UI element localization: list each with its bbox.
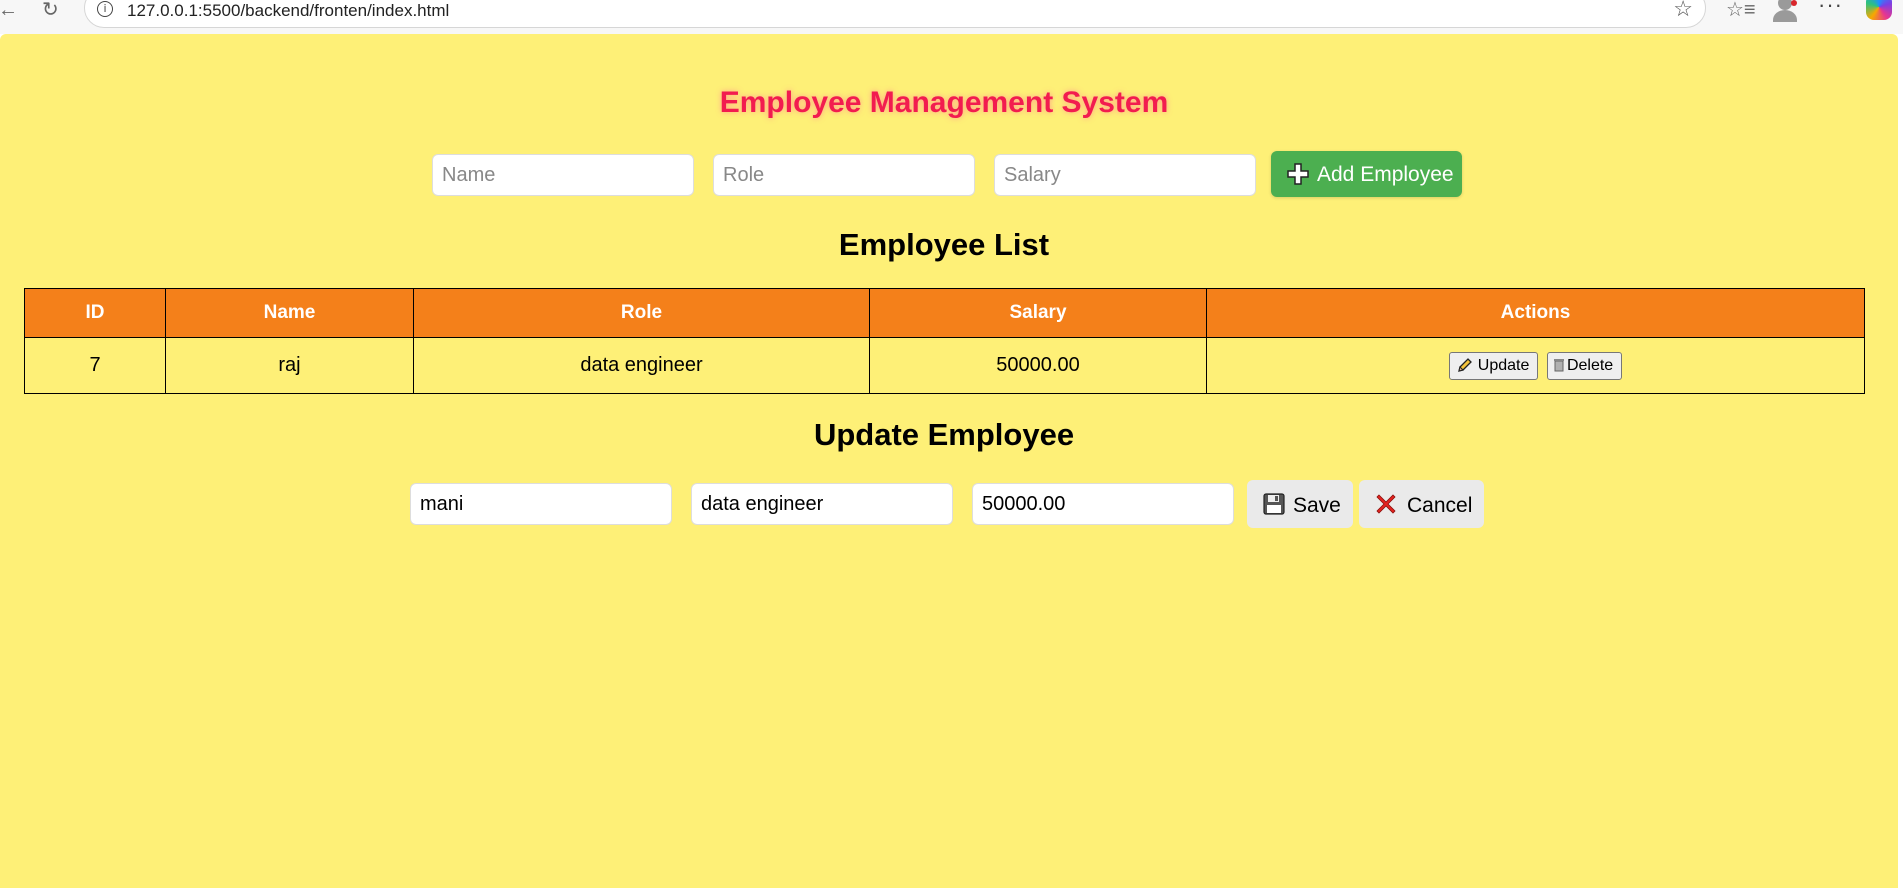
- url-text[interactable]: 127.0.0.1:5500/backend/fronten/index.htm…: [127, 2, 449, 19]
- cancel-button[interactable]: Cancel: [1359, 480, 1484, 528]
- column-header-salary: Salary: [869, 288, 1207, 338]
- update-salary-input[interactable]: [972, 483, 1234, 525]
- cell-name: raj: [165, 337, 414, 394]
- trash-icon: [1553, 359, 1564, 372]
- salary-input[interactable]: [994, 154, 1256, 196]
- update-role-input[interactable]: [691, 483, 953, 525]
- floppy-disk-icon: [1263, 493, 1285, 515]
- update-name-input[interactable]: [410, 483, 672, 525]
- refresh-icon[interactable]: ↻: [42, 0, 59, 22]
- cell-actions: Update Delete: [1206, 337, 1865, 394]
- employee-table: ID Name Role Salary Actions 7 raj data e…: [24, 288, 1865, 394]
- cell-salary: 50000.00: [869, 337, 1207, 394]
- update-employee-heading: Update Employee: [813, 417, 1075, 452]
- column-header-role: Role: [413, 288, 870, 338]
- table-row: 7 raj data engineer 50000.00 Update Dele…: [24, 337, 1865, 394]
- role-input[interactable]: [713, 154, 975, 196]
- cell-id: 7: [24, 337, 166, 394]
- profile-avatar-icon[interactable]: [1772, 0, 1798, 22]
- column-header-actions: Actions: [1206, 288, 1865, 338]
- update-button[interactable]: Update: [1448, 351, 1539, 380]
- close-icon: [1376, 494, 1396, 514]
- name-input[interactable]: [432, 154, 694, 196]
- site-info-icon[interactable]: i: [97, 1, 113, 17]
- save-button[interactable]: Save: [1247, 480, 1353, 528]
- column-header-name: Name: [165, 288, 414, 338]
- page-title: Employee Management System: [719, 86, 1169, 119]
- copilot-icon[interactable]: [1866, 0, 1892, 20]
- cancel-label: Cancel: [1407, 494, 1473, 517]
- address-bar[interactable]: i 127.0.0.1:5500/backend/fronten/index.h…: [84, 0, 1706, 28]
- delete-label: Delete: [1566, 356, 1614, 374]
- add-employee-button[interactable]: Add Employee: [1271, 151, 1462, 197]
- more-options-icon[interactable]: ···: [1818, 0, 1843, 18]
- column-header-id: ID: [24, 288, 166, 338]
- favorites-list-icon[interactable]: ☆≡: [1726, 0, 1756, 22]
- page-content: Employee Management System Add Employee …: [0, 34, 1898, 888]
- update-label: Update: [1477, 356, 1530, 374]
- save-label: Save: [1293, 494, 1341, 517]
- delete-button[interactable]: Delete: [1546, 351, 1623, 380]
- back-icon[interactable]: ←: [0, 0, 18, 22]
- favorite-star-icon[interactable]: ☆: [1673, 0, 1693, 20]
- pencil-icon: [1457, 358, 1472, 373]
- cell-role: data engineer: [413, 337, 870, 394]
- add-employee-label: Add Employee: [1317, 163, 1454, 186]
- table-header-row: ID Name Role Salary Actions: [24, 288, 1865, 338]
- plus-icon: [1287, 163, 1309, 185]
- employee-list-heading: Employee List: [838, 227, 1050, 262]
- browser-toolbar: ← ↻ i 127.0.0.1:5500/backend/fronten/ind…: [0, 0, 1903, 34]
